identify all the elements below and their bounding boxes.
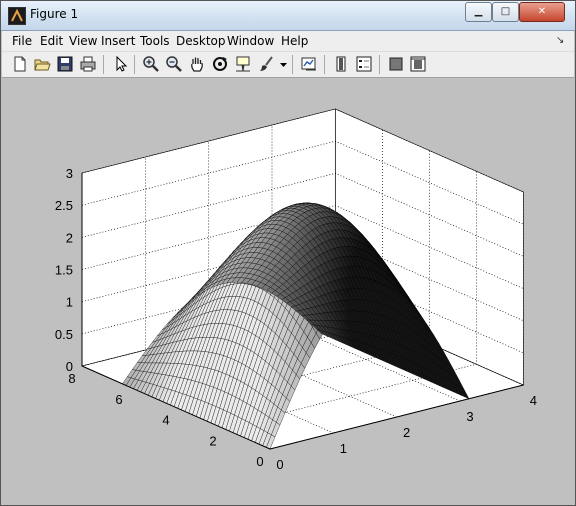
matlab-figure-icon <box>8 7 26 25</box>
minimize-icon: ▁ <box>474 6 483 17</box>
legend-icon[interactable] <box>355 55 373 73</box>
toolbar-separator <box>103 55 104 74</box>
menu-help[interactable]: Help <box>281 34 308 48</box>
y-tick-label: 2 <box>209 433 216 448</box>
pan-hand-icon[interactable] <box>188 55 206 73</box>
menu-edit[interactable]: Edit <box>40 34 63 48</box>
colorbar-icon[interactable] <box>332 55 350 73</box>
zoom-in-icon[interactable] <box>142 55 160 73</box>
title-bar[interactable]: Figure 1 ▁ □ ✕ <box>1 1 575 31</box>
z-tick-label: 0 <box>66 359 73 374</box>
show-plot-tools-icon[interactable] <box>409 55 427 73</box>
minimize-button[interactable]: ▁ <box>465 2 492 22</box>
maximize-button[interactable]: □ <box>492 2 519 22</box>
close-icon: ✕ <box>537 6 547 17</box>
menu-insert[interactable]: Insert <box>101 34 135 48</box>
brush-dropdown-icon[interactable] <box>279 55 288 73</box>
y-tick-label: 6 <box>115 392 122 407</box>
link-plot-icon[interactable] <box>300 55 318 73</box>
menu-desktop[interactable]: Desktop <box>176 34 226 48</box>
x-tick-label: 0 <box>276 457 283 472</box>
toolbar-separator <box>134 55 135 74</box>
z-tick-label: 0.5 <box>55 327 73 342</box>
toolbar-separator <box>379 55 380 74</box>
menu-tools[interactable]: Tools <box>140 34 170 48</box>
menu-window[interactable]: Window <box>227 34 274 48</box>
menu-file[interactable]: File <box>12 34 32 48</box>
save-icon[interactable] <box>56 55 74 73</box>
new-figure-icon[interactable] <box>11 55 29 73</box>
maximize-icon: □ <box>500 6 511 17</box>
x-tick-label: 2 <box>403 425 410 440</box>
toolbar-separator <box>292 55 293 74</box>
menu-bar: File Edit View Insert Tools Desktop Wind… <box>2 31 574 52</box>
hide-plot-tools-icon[interactable] <box>387 55 405 73</box>
open-file-icon[interactable] <box>33 55 51 73</box>
data-cursor-icon[interactable] <box>234 55 252 73</box>
x-tick-label: 1 <box>340 441 347 456</box>
dock-arrow-icon[interactable]: ↘ <box>556 35 564 46</box>
rotate-3d-icon[interactable] <box>211 55 229 73</box>
z-tick-label: 2.5 <box>55 198 73 213</box>
x-tick-label: 4 <box>530 393 537 408</box>
brush-icon[interactable] <box>258 55 276 73</box>
figure-canvas[interactable]: 0 1 2 3 4 0 2 4 6 8 0 0.5 1 1.5 2 2.5 3 <box>2 78 574 504</box>
menu-view[interactable]: View <box>69 34 97 48</box>
print-icon[interactable] <box>79 55 97 73</box>
zoom-out-icon[interactable] <box>165 55 183 73</box>
y-tick-label: 4 <box>162 413 169 428</box>
z-tick-label: 1.5 <box>55 263 73 278</box>
z-tick-label: 3 <box>66 166 73 181</box>
figure-toolbar <box>2 52 574 78</box>
x-tick-label: 3 <box>466 409 473 424</box>
z-tick-label: 2 <box>66 230 73 245</box>
close-button[interactable]: ✕ <box>519 2 565 22</box>
window-title: Figure 1 <box>30 7 79 21</box>
surface-plot: 012340246800.511.522.53 <box>55 108 537 472</box>
z-tick-label: 1 <box>66 295 73 310</box>
toolbar-separator <box>324 55 325 74</box>
figure-window: Figure 1 ▁ □ ✕ File Edit View Insert Too… <box>0 0 576 506</box>
edit-plot-arrow-icon[interactable] <box>112 55 130 73</box>
y-tick-label: 0 <box>256 454 263 469</box>
